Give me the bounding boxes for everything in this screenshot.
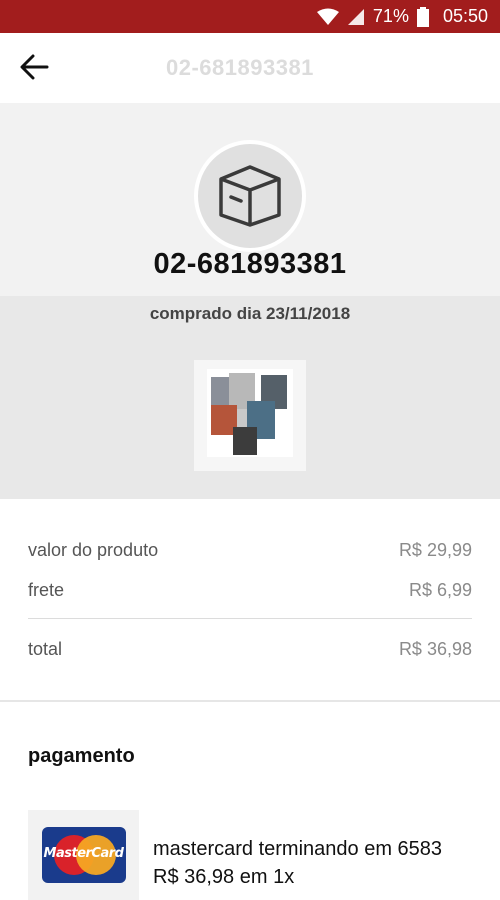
payment-amount: R$ 36,98 em 1x [153, 866, 295, 888]
summary-label: frete [28, 579, 65, 600]
order-number: 02-681893381 [153, 248, 347, 280]
product-thumbnail[interactable] [194, 360, 306, 471]
battery-percent: 71% [372, 6, 409, 26]
summary-value: R$ 6,99 [408, 579, 472, 600]
book-collection-thumbnail [207, 369, 293, 462]
package-box-icon [215, 159, 285, 234]
app-bar: 02-681893381 [0, 33, 500, 103]
summary-label: valor do produto [28, 539, 159, 560]
purchase-date: comprado dia 23/11/2018 [149, 304, 351, 323]
back-button[interactable] [14, 49, 54, 89]
total-value: R$ 36,98 [398, 638, 472, 659]
signal-icon [347, 8, 365, 26]
summary-value: R$ 29,99 [398, 539, 472, 560]
card-brand-text: MasterCard [43, 846, 124, 861]
app-bar-title: 02-681893381 [166, 55, 314, 80]
wifi-icon [316, 8, 339, 26]
order-header: 02-681893381 [0, 103, 500, 296]
summary-row-product: valor do produto R$ 29,99 [28, 530, 472, 570]
arrow-left-icon [19, 54, 49, 85]
mastercard-logo-icon: MasterCard [41, 827, 126, 883]
purchase-info: comprado dia 23/11/2018 [0, 296, 500, 499]
total-label: total [28, 638, 63, 659]
price-summary: valor do produto R$ 29,99 frete R$ 6,99 … [28, 530, 472, 669]
section-divider [0, 700, 500, 702]
divider [28, 618, 472, 619]
summary-row-total: total R$ 36,98 [28, 629, 472, 669]
summary-row-shipping: frete R$ 6,99 [28, 570, 472, 610]
status-bar: 71% 05:50 [0, 0, 500, 33]
card-description: mastercard terminando em 6583 [153, 838, 443, 860]
order-icon-container [194, 140, 306, 252]
clock: 05:50 [442, 6, 488, 26]
battery-icon [416, 6, 429, 27]
payment-title: pagamento [28, 745, 135, 767]
card-logo-container: MasterCard [28, 810, 139, 900]
